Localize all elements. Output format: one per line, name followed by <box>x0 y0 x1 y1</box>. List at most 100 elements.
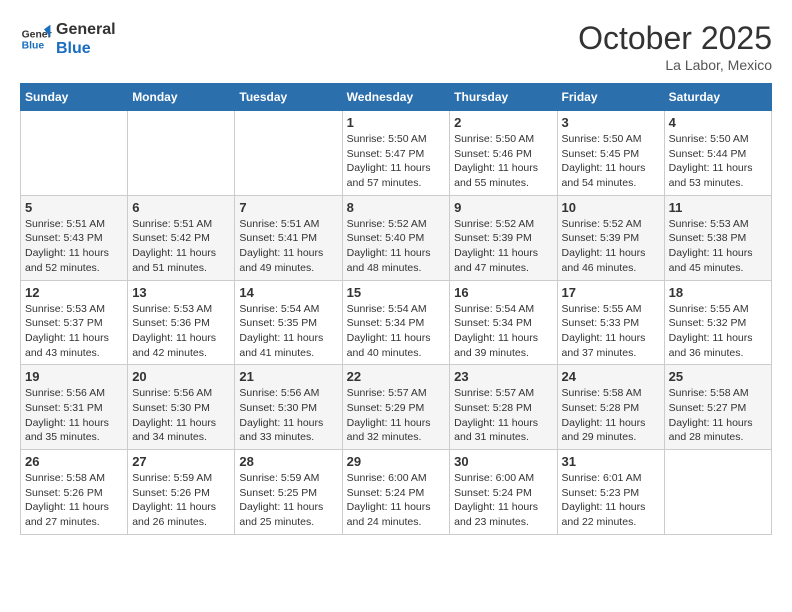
day-info: Sunrise: 5:52 AM Sunset: 5:40 PM Dayligh… <box>347 217 446 276</box>
month-title: October 2025 <box>578 20 772 57</box>
day-info: Sunrise: 5:51 AM Sunset: 5:41 PM Dayligh… <box>239 217 337 276</box>
day-number: 29 <box>347 454 446 469</box>
calendar-cell: 27 Sunrise: 5:59 AM Sunset: 5:26 PM Dayli… <box>128 450 235 535</box>
calendar-cell: 10 Sunrise: 5:52 AM Sunset: 5:39 PM Dayli… <box>557 195 664 280</box>
col-header-friday: Friday <box>557 84 664 111</box>
calendar-cell: 17 Sunrise: 5:55 AM Sunset: 5:33 PM Dayli… <box>557 280 664 365</box>
title-block: October 2025 La Labor, Mexico <box>578 20 772 73</box>
calendar-cell: 3 Sunrise: 5:50 AM Sunset: 5:45 PM Daylig… <box>557 111 664 196</box>
calendar-cell: 20Sunrise: 5:56 AM Sunset: 5:30 PM Dayli… <box>128 365 235 450</box>
calendar-cell: 28 Sunrise: 5:59 AM Sunset: 5:25 PM Dayli… <box>235 450 342 535</box>
calendar-cell: 16 Sunrise: 5:54 AM Sunset: 5:34 PM Dayli… <box>450 280 557 365</box>
logo-line2: Blue <box>56 39 116 58</box>
day-number: 18 <box>669 285 767 300</box>
calendar-cell: 30Sunrise: 6:00 AM Sunset: 5:24 PM Dayli… <box>450 450 557 535</box>
day-info: Sunrise: 5:54 AM Sunset: 5:35 PM Dayligh… <box>239 302 337 361</box>
day-number: 5 <box>25 200 123 215</box>
day-info: Sunrise: 5:59 AM Sunset: 5:26 PM Dayligh… <box>132 471 230 530</box>
day-number: 24 <box>562 369 660 384</box>
day-number: 10 <box>562 200 660 215</box>
day-info: Sunrise: 5:59 AM Sunset: 5:25 PM Dayligh… <box>239 471 337 530</box>
day-number: 26 <box>25 454 123 469</box>
calendar-cell: 2 Sunrise: 5:50 AM Sunset: 5:46 PM Daylig… <box>450 111 557 196</box>
day-info: Sunrise: 5:50 AM Sunset: 5:47 PM Dayligh… <box>347 132 446 191</box>
calendar-cell <box>664 450 771 535</box>
day-number: 3 <box>562 115 660 130</box>
day-info: Sunrise: 5:55 AM Sunset: 5:33 PM Dayligh… <box>562 302 660 361</box>
day-info: Sunrise: 5:56 AM Sunset: 5:30 PM Dayligh… <box>239 386 337 445</box>
day-info: Sunrise: 5:52 AM Sunset: 5:39 PM Dayligh… <box>562 217 660 276</box>
day-number: 31 <box>562 454 660 469</box>
day-number: 15 <box>347 285 446 300</box>
day-info: Sunrise: 6:01 AM Sunset: 5:23 PM Dayligh… <box>562 471 660 530</box>
col-header-thursday: Thursday <box>450 84 557 111</box>
day-number: 12 <box>25 285 123 300</box>
calendar-cell: 5Sunrise: 5:51 AM Sunset: 5:43 PM Daylig… <box>21 195 128 280</box>
day-info: Sunrise: 5:57 AM Sunset: 5:28 PM Dayligh… <box>454 386 552 445</box>
day-number: 2 <box>454 115 552 130</box>
calendar-cell: 29 Sunrise: 6:00 AM Sunset: 5:24 PM Dayli… <box>342 450 450 535</box>
day-info: Sunrise: 5:50 AM Sunset: 5:44 PM Dayligh… <box>669 132 767 191</box>
logo-line1: General <box>56 20 116 39</box>
day-number: 21 <box>239 369 337 384</box>
day-info: Sunrise: 5:53 AM Sunset: 5:37 PM Dayligh… <box>25 302 123 361</box>
calendar-cell <box>128 111 235 196</box>
calendar-cell: 31 Sunrise: 6:01 AM Sunset: 5:23 PM Dayli… <box>557 450 664 535</box>
location: La Labor, Mexico <box>578 57 772 73</box>
day-number: 27 <box>132 454 230 469</box>
col-header-monday: Monday <box>128 84 235 111</box>
day-number: 11 <box>669 200 767 215</box>
day-number: 20 <box>132 369 230 384</box>
day-number: 16 <box>454 285 552 300</box>
calendar-cell: 6 Sunrise: 5:51 AM Sunset: 5:42 PM Daylig… <box>128 195 235 280</box>
calendar-cell: 14 Sunrise: 5:54 AM Sunset: 5:35 PM Dayli… <box>235 280 342 365</box>
col-header-sunday: Sunday <box>21 84 128 111</box>
calendar-cell: 26 Sunrise: 5:58 AM Sunset: 5:26 PM Dayli… <box>21 450 128 535</box>
day-number: 6 <box>132 200 230 215</box>
day-number: 25 <box>669 369 767 384</box>
svg-text:Blue: Blue <box>22 41 45 52</box>
day-info: Sunrise: 5:53 AM Sunset: 5:36 PM Dayligh… <box>132 302 230 361</box>
day-info: Sunrise: 5:55 AM Sunset: 5:32 PM Dayligh… <box>669 302 767 361</box>
day-info: Sunrise: 5:50 AM Sunset: 5:46 PM Dayligh… <box>454 132 552 191</box>
day-info: Sunrise: 5:58 AM Sunset: 5:27 PM Dayligh… <box>669 386 767 445</box>
day-number: 23 <box>454 369 552 384</box>
day-info: Sunrise: 5:54 AM Sunset: 5:34 PM Dayligh… <box>454 302 552 361</box>
day-number: 30 <box>454 454 552 469</box>
logo-icon: General Blue <box>20 23 52 55</box>
day-number: 22 <box>347 369 446 384</box>
day-number: 19 <box>25 369 123 384</box>
calendar-cell: 9Sunrise: 5:52 AM Sunset: 5:39 PM Daylig… <box>450 195 557 280</box>
day-info: Sunrise: 5:58 AM Sunset: 5:28 PM Dayligh… <box>562 386 660 445</box>
calendar-cell: 19 Sunrise: 5:56 AM Sunset: 5:31 PM Dayli… <box>21 365 128 450</box>
page-header: General Blue General Blue October 2025 L… <box>20 20 772 73</box>
calendar-cell <box>235 111 342 196</box>
col-header-tuesday: Tuesday <box>235 84 342 111</box>
day-info: Sunrise: 5:51 AM Sunset: 5:42 PM Dayligh… <box>132 217 230 276</box>
calendar-cell: 23 Sunrise: 5:57 AM Sunset: 5:28 PM Dayli… <box>450 365 557 450</box>
calendar-cell: 21 Sunrise: 5:56 AM Sunset: 5:30 PM Dayli… <box>235 365 342 450</box>
day-number: 28 <box>239 454 337 469</box>
day-info: Sunrise: 5:50 AM Sunset: 5:45 PM Dayligh… <box>562 132 660 191</box>
calendar-cell: 24 Sunrise: 5:58 AM Sunset: 5:28 PM Dayli… <box>557 365 664 450</box>
calendar-cell: 18 Sunrise: 5:55 AM Sunset: 5:32 PM Dayli… <box>664 280 771 365</box>
day-info: Sunrise: 5:58 AM Sunset: 5:26 PM Dayligh… <box>25 471 123 530</box>
day-info: Sunrise: 6:00 AM Sunset: 5:24 PM Dayligh… <box>347 471 446 530</box>
day-number: 7 <box>239 200 337 215</box>
day-number: 4 <box>669 115 767 130</box>
day-info: Sunrise: 5:56 AM Sunset: 5:31 PM Dayligh… <box>25 386 123 445</box>
calendar-cell: 11 Sunrise: 5:53 AM Sunset: 5:38 PM Dayli… <box>664 195 771 280</box>
calendar-cell: 13Sunrise: 5:53 AM Sunset: 5:36 PM Dayli… <box>128 280 235 365</box>
day-info: Sunrise: 5:52 AM Sunset: 5:39 PM Dayligh… <box>454 217 552 276</box>
calendar-cell: 7 Sunrise: 5:51 AM Sunset: 5:41 PM Daylig… <box>235 195 342 280</box>
col-header-saturday: Saturday <box>664 84 771 111</box>
day-number: 14 <box>239 285 337 300</box>
calendar-cell: 15 Sunrise: 5:54 AM Sunset: 5:34 PM Dayli… <box>342 280 450 365</box>
calendar-cell: 22Sunrise: 5:57 AM Sunset: 5:29 PM Dayli… <box>342 365 450 450</box>
day-info: Sunrise: 5:53 AM Sunset: 5:38 PM Dayligh… <box>669 217 767 276</box>
day-number: 1 <box>347 115 446 130</box>
day-info: Sunrise: 5:54 AM Sunset: 5:34 PM Dayligh… <box>347 302 446 361</box>
day-number: 17 <box>562 285 660 300</box>
logo: General Blue General Blue <box>20 20 116 58</box>
calendar-cell: 4 Sunrise: 5:50 AM Sunset: 5:44 PM Daylig… <box>664 111 771 196</box>
